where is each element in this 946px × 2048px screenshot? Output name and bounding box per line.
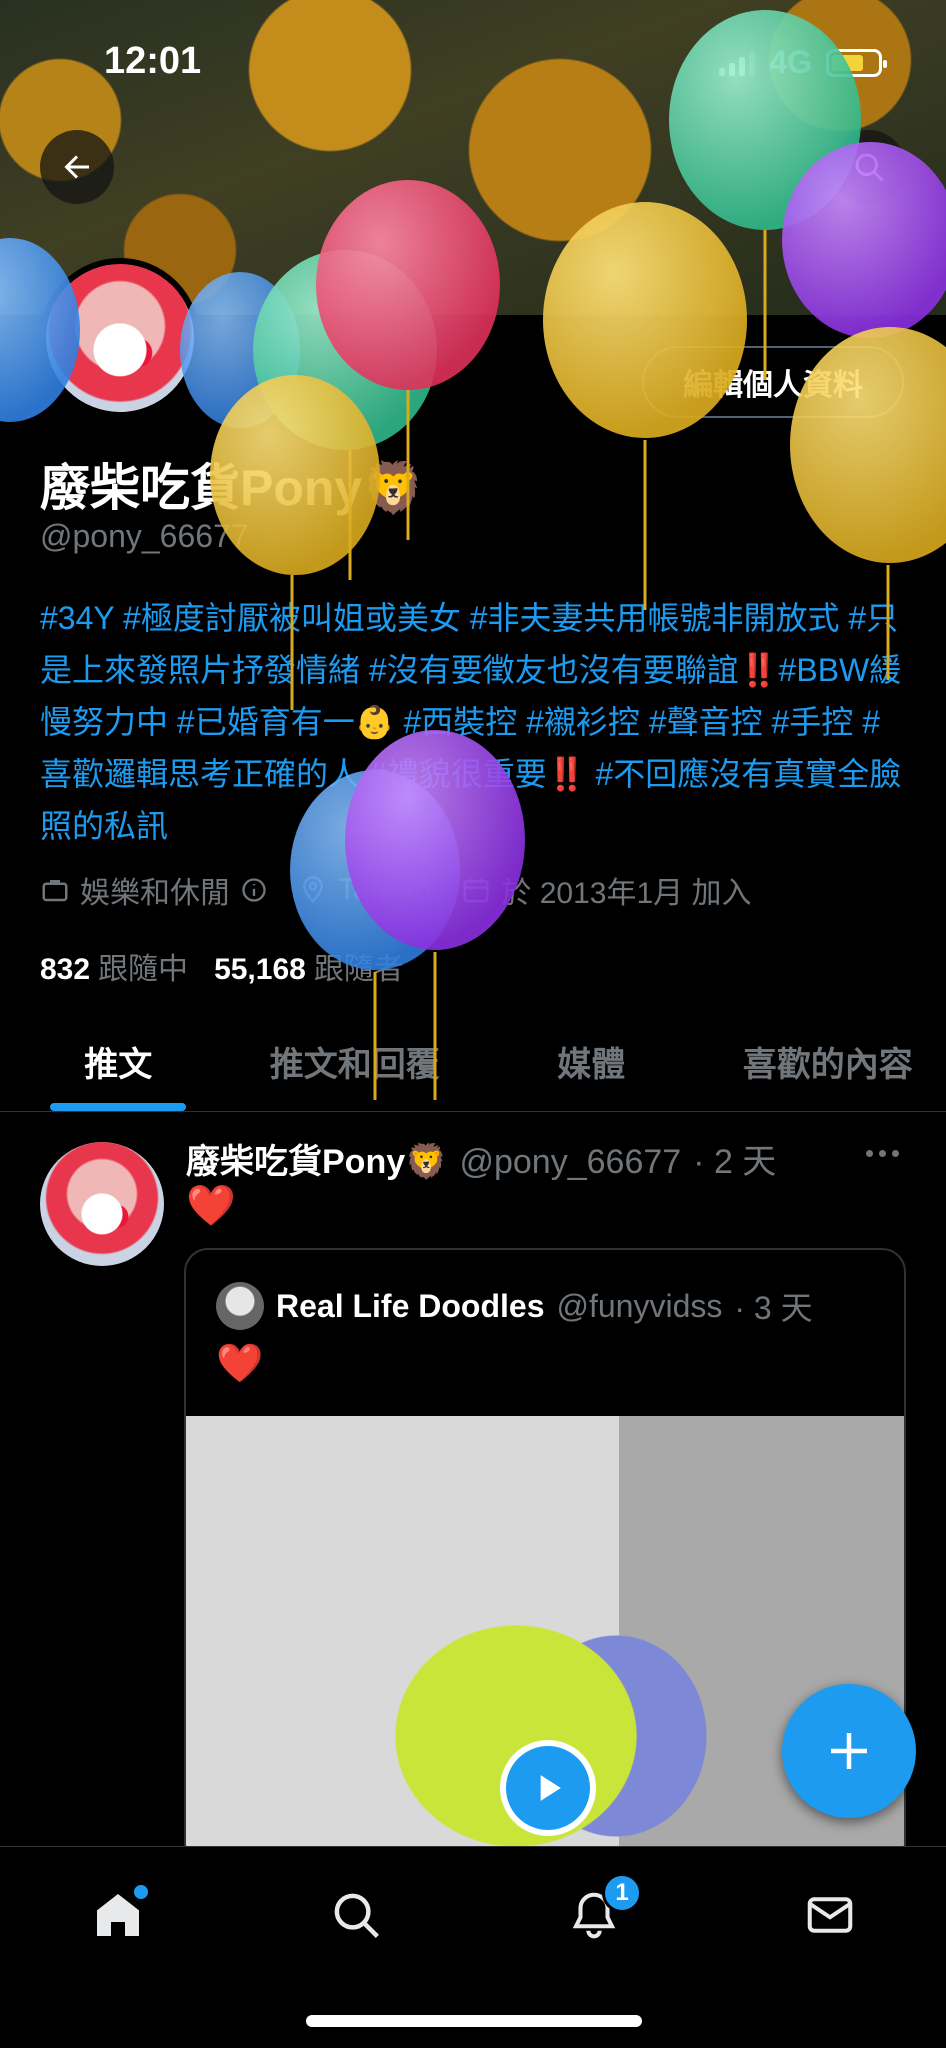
profile-display-name: 廢柴吃貨Pony🦁: [40, 460, 425, 516]
network-label: 4G: [769, 44, 812, 80]
quoted-tweet-text: ❤️: [216, 1343, 264, 1385]
joined-label: 於 2013年1月 加入: [501, 877, 752, 910]
profile-tabs: 推文 推文和回覆 媒體 喜歡的內容: [0, 1012, 946, 1112]
tweet-author-handle[interactable]: @pony_66677: [459, 1143, 681, 1182]
play-button[interactable]: [500, 1740, 596, 1836]
quoted-tweet-time: · 3 天: [734, 1290, 813, 1326]
exclamation-emoji: ‼️: [546, 756, 587, 792]
profile-bio[interactable]: #34Y #極度討厭被叫姐或美女 #非夫妻共用帳號非開放式 #只是上來發照片抒發…: [40, 592, 910, 852]
more-options-icon[interactable]: [866, 1150, 899, 1157]
tab-tweets-and-replies[interactable]: 推文和回覆: [237, 1012, 474, 1111]
status-time: 12:01: [104, 40, 202, 82]
status-bar: 12:01 4G: [0, 0, 946, 120]
nav-home[interactable]: [86, 1883, 150, 1947]
play-icon: [540, 1775, 561, 1801]
nav-search[interactable]: [324, 1883, 388, 1947]
follow-stats: 832 跟隨中 55,168 跟隨者: [40, 944, 404, 988]
back-button[interactable]: [40, 130, 114, 204]
quoted-tweet-avatar: [216, 1282, 264, 1330]
briefcase-icon: [42, 880, 68, 902]
profile-meta: 娛樂和休閒 Taiwan 於 2013年1月 加入: [40, 868, 751, 912]
tweet-avatar[interactable]: [40, 1142, 164, 1266]
search-button[interactable]: [832, 130, 906, 204]
quoted-author-handle: @funyvidss: [556, 1287, 723, 1324]
quoted-tweet-header: Real Life Doodles @funyvidss · 3 天: [216, 1282, 813, 1330]
bottom-navigation: 1: [0, 1846, 946, 2048]
search-icon: [855, 153, 884, 182]
exclamation-emoji: ‼️: [738, 652, 779, 688]
plus-icon: [831, 1733, 867, 1769]
profile-avatar[interactable]: [40, 258, 200, 418]
tweet-text: ❤️: [186, 1184, 236, 1228]
notification-badge: 1: [602, 1873, 642, 1913]
location-label: Taiwan: [338, 873, 432, 906]
tweet-time: · 2 天: [693, 1143, 777, 1181]
info-icon[interactable]: [240, 876, 268, 904]
tweet-header: 廢柴吃貨Pony🦁 @pony_66677 · 2 天: [186, 1134, 776, 1183]
tweet-author-name[interactable]: 廢柴吃貨Pony🦁: [186, 1134, 447, 1183]
profile-joined: 於 2013年1月 加入: [461, 868, 751, 912]
followers-link[interactable]: 55,168 跟隨者: [214, 944, 404, 988]
quoted-author-name: Real Life Doodles: [276, 1287, 545, 1324]
profile-location: Taiwan: [298, 873, 431, 907]
profile-category: 娛樂和休閒: [40, 868, 268, 912]
signal-icon: [719, 50, 756, 76]
quoted-video-thumbnail[interactable]: [186, 1416, 904, 1866]
nav-messages[interactable]: [798, 1883, 862, 1947]
location-pin-icon: [302, 876, 324, 904]
compose-tweet-button[interactable]: [782, 1684, 916, 1818]
nav-notifications[interactable]: 1: [562, 1873, 642, 1947]
edit-profile-button[interactable]: 編輯個人資料: [642, 346, 904, 418]
tab-likes[interactable]: 喜歡的內容: [710, 1012, 946, 1111]
tab-media[interactable]: 媒體: [473, 1012, 710, 1111]
profile-handle: @pony_66677: [40, 518, 249, 554]
status-indicators: 4G: [719, 44, 887, 81]
baby-emoji: 👶: [354, 704, 395, 740]
following-link[interactable]: 832 跟隨中: [40, 944, 188, 988]
home-unread-dot: [134, 1885, 148, 1899]
arrow-left-icon: [64, 155, 89, 179]
battery-icon: [826, 48, 887, 77]
home-indicator: [306, 2015, 642, 2027]
mail-icon: [807, 1897, 853, 1933]
tab-tweets[interactable]: 推文: [0, 1012, 237, 1111]
calendar-icon: [463, 878, 489, 903]
search-icon: [334, 1893, 379, 1938]
category-label: 娛樂和休閒: [80, 877, 230, 910]
